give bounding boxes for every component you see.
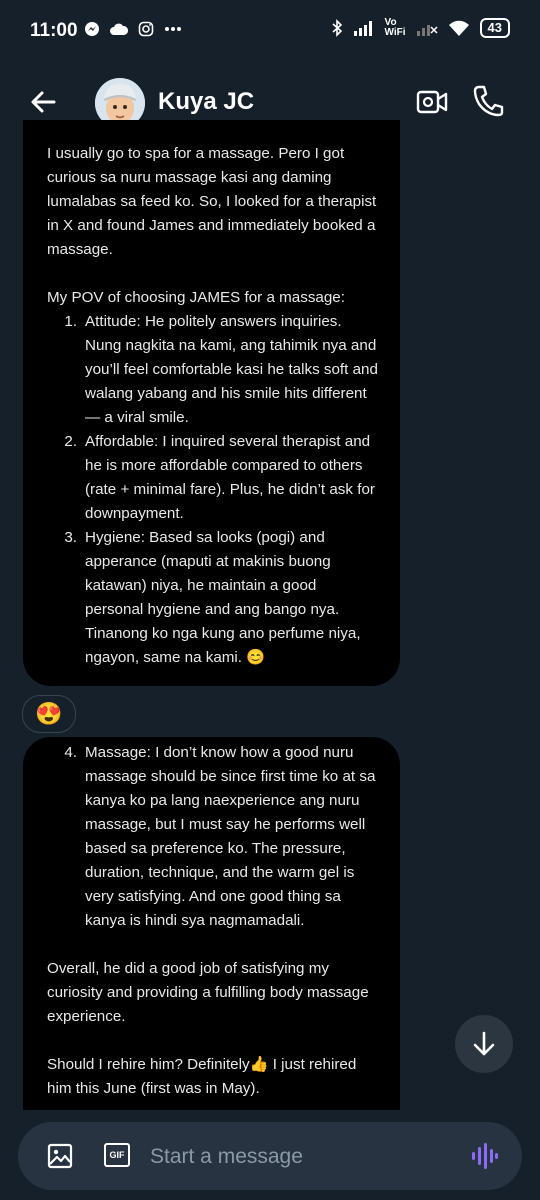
message-text: I usually go to spa for a massage. Pero …: [47, 145, 377, 258]
list-text: Hygiene: Based sa looks (pogi) and apper…: [85, 529, 361, 666]
back-arrow-icon[interactable]: [28, 86, 60, 118]
list-item: 3. Hygiene: Based sa looks (pogi) and ap…: [47, 526, 378, 670]
message-text: Should I rehire him? Definitely👍 I just …: [47, 1056, 357, 1097]
message-bubble[interactable]: I usually go to spa for a massage. Pero …: [23, 120, 400, 686]
instagram-icon: [138, 21, 154, 37]
gif-label: GIF: [109, 1150, 125, 1160]
system-icons: Vo WiFi 43: [331, 18, 510, 38]
list-item: 2. Affordable: I inquired several therap…: [47, 430, 378, 526]
battery-level: 43: [479, 18, 510, 38]
messenger-icon: [85, 22, 99, 36]
list-number: 1.: [64, 313, 77, 330]
list-text: Attitude: He politely answers inquiries.…: [85, 313, 378, 426]
notification-icons: [84, 21, 182, 37]
signal-icon: [353, 21, 372, 36]
message-bubble[interactable]: 4. Massage: I don’t know how a good nuru…: [23, 737, 400, 1110]
arrow-down-icon: [473, 1031, 495, 1056]
more-notifications-icon: [165, 27, 181, 31]
cloud-icon: [110, 23, 128, 35]
wifi-icon: [448, 20, 469, 36]
vowifi-label: Vo WiFi: [384, 17, 406, 38]
list-number: 3.: [64, 529, 77, 546]
image-icon[interactable]: [46, 1142, 74, 1170]
contact-name[interactable]: Kuya JC: [158, 88, 254, 116]
status-time: 11:00: [30, 20, 78, 41]
message-composer: GIF: [18, 1122, 522, 1190]
list-item: 1. Attitude: He politely answers inquiri…: [47, 310, 378, 430]
message-text: My POV of choosing JAMES for a massage:: [47, 289, 345, 306]
status-bar: 11:00 Vo WiFi 43: [0, 0, 540, 64]
message-text: Overall, he did a good job of satisfying…: [47, 960, 369, 1025]
list-text: Affordable: I inquired several therapist…: [85, 433, 375, 522]
list-item: 4. Massage: I don’t know how a good nuru…: [47, 741, 378, 933]
list-number: 2.: [64, 433, 77, 450]
scroll-to-bottom-button[interactable]: [455, 1015, 513, 1073]
phone-call-icon[interactable]: [472, 84, 504, 118]
voice-message-icon[interactable]: [470, 1141, 498, 1171]
list-text: Massage: I don’t know how a good nuru ma…: [85, 744, 376, 929]
reaction-badge[interactable]: 😍: [22, 695, 76, 733]
gif-button[interactable]: GIF: [104, 1143, 130, 1167]
message-input[interactable]: [148, 1140, 452, 1174]
bluetooth-icon: [331, 19, 342, 37]
list-number: 4.: [64, 744, 77, 761]
signal-off-icon: [416, 25, 438, 36]
video-call-icon[interactable]: [416, 88, 448, 116]
